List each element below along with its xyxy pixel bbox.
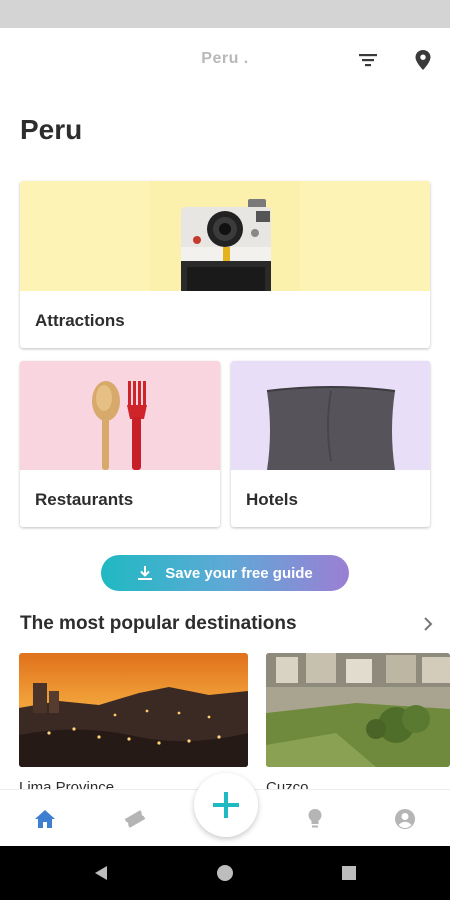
cuzco-photo [266, 653, 450, 767]
ticket-icon [124, 810, 146, 828]
system-recents-button[interactable] [339, 863, 359, 883]
filter-button[interactable] [350, 42, 386, 78]
system-home-button[interactable] [215, 863, 235, 883]
nav-home[interactable] [31, 805, 59, 833]
add-button[interactable] [194, 773, 258, 837]
hotels-image [231, 361, 430, 470]
save-guide-label: Save your free guide [165, 564, 313, 582]
restaurants-label: Restaurants [35, 490, 134, 509]
save-guide-button[interactable]: Save your free guide [101, 555, 349, 591]
filter-icon [359, 54, 377, 67]
back-icon [95, 866, 107, 880]
nav-profile[interactable] [391, 805, 419, 833]
camera-icon [20, 181, 430, 291]
attractions-card[interactable]: Attractions [20, 181, 430, 348]
attractions-image [20, 181, 430, 291]
app-bar: Peru . [0, 28, 450, 92]
lima-photo [19, 653, 248, 767]
page-title: Peru [20, 114, 83, 145]
pillow-icon [231, 361, 430, 470]
destination-card-lima[interactable] [19, 653, 248, 767]
destination-card-cuzco[interactable] [266, 653, 450, 767]
hotels-label: Hotels [246, 490, 298, 509]
location-button[interactable] [405, 42, 441, 78]
home-icon [35, 810, 55, 828]
nav-tips[interactable] [301, 805, 329, 833]
hotels-card[interactable]: Hotels [231, 361, 430, 527]
status-bar [0, 0, 450, 28]
home-circle-icon [217, 865, 233, 881]
spoon-and-fork-icon [20, 361, 220, 470]
download-icon [137, 565, 153, 581]
recents-icon [342, 866, 356, 880]
section-title: The most popular destinations [20, 613, 297, 634]
restaurants-card[interactable]: Restaurants [20, 361, 220, 527]
see-all-arrow[interactable] [418, 612, 438, 636]
nav-tickets[interactable] [121, 805, 149, 833]
restaurants-image [20, 361, 220, 470]
attractions-label: Attractions [35, 311, 125, 330]
chevron-right-icon [424, 617, 433, 631]
add-icon [213, 792, 239, 818]
system-nav-bar [0, 846, 450, 900]
system-back-button[interactable] [91, 863, 111, 883]
lightbulb-icon [308, 809, 322, 828]
location-pin-icon [415, 50, 431, 70]
profile-icon [395, 809, 415, 829]
